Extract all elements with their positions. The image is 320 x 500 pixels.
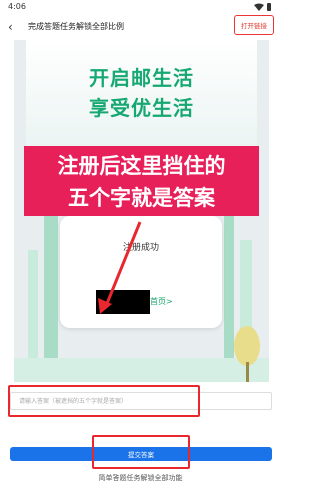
page-title: 完成答题任务解锁全部比例 xyxy=(28,22,124,31)
poster-headline-2: 享受优生活 xyxy=(89,96,194,120)
footer-text: 简单答题任务解锁全部功能 xyxy=(98,474,183,482)
status-time: 4:06 xyxy=(8,2,26,11)
status-icons xyxy=(254,3,271,11)
status-bar: 4:06 xyxy=(0,0,281,14)
promo-poster-image: 开启邮生活 享受优生活 注册成功 首页> 注册后这里挡住的 五个字就是答案 xyxy=(14,40,269,382)
input-highlight-box xyxy=(8,385,200,417)
wifi-icon xyxy=(254,3,264,11)
success-card: 注册成功 首页> xyxy=(60,216,222,328)
open-link-button[interactable]: 打开链接 xyxy=(234,15,274,35)
redaction-block xyxy=(96,290,150,314)
banner-line-1: 注册后这里挡住的 xyxy=(57,154,226,178)
submit-highlight-box xyxy=(92,435,190,469)
decorative-tree xyxy=(234,326,260,366)
decorative-ground xyxy=(14,358,269,382)
instruction-banner: 注册后这里挡住的 五个字就是答案 xyxy=(24,146,259,216)
home-link: 首页> xyxy=(150,297,173,306)
success-title: 注册成功 xyxy=(122,243,159,253)
decorative-tree-trunk xyxy=(246,362,249,382)
back-arrow-icon[interactable]: ‹ xyxy=(8,20,20,34)
banner-line-2: 五个字就是答案 xyxy=(68,186,215,210)
decorative-building xyxy=(44,210,58,382)
poster-headline-1: 开启邮生活 xyxy=(89,66,194,90)
battery-icon xyxy=(267,3,271,11)
